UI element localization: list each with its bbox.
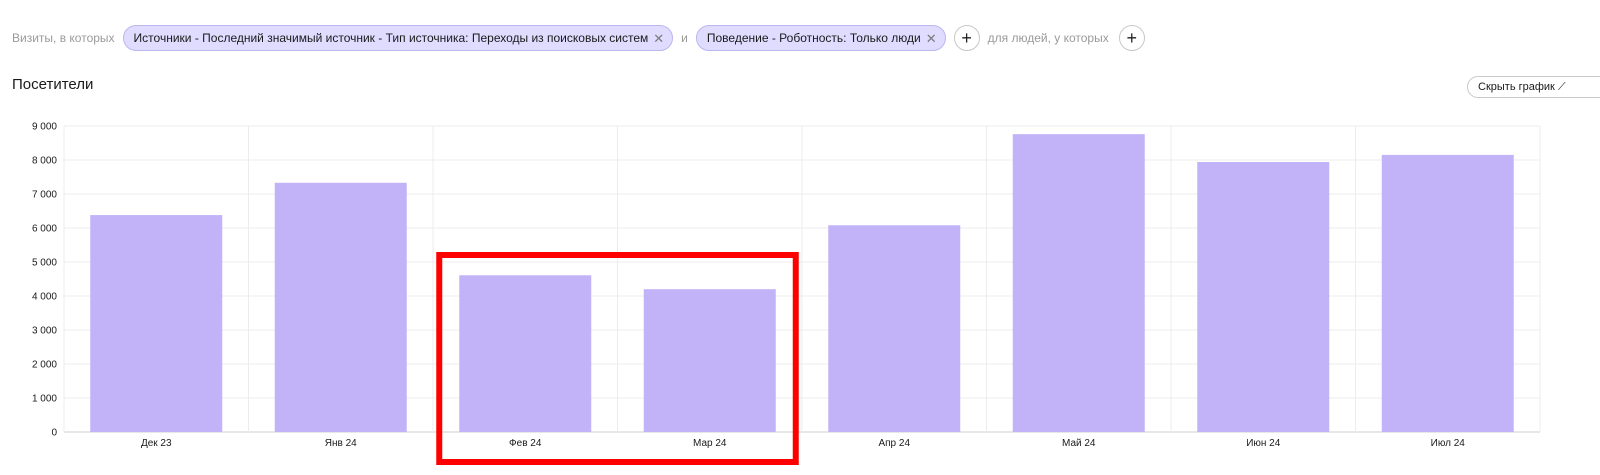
y-tick-label: 6 000	[32, 224, 57, 235]
bar[interactable]	[459, 275, 592, 432]
bar[interactable]	[828, 225, 961, 432]
x-tick-label: Июл 24	[1431, 438, 1466, 449]
x-tick-label: Июн 24	[1246, 438, 1281, 449]
y-tick-label: 3 000	[32, 326, 57, 337]
y-tick-label: 4 000	[32, 292, 57, 303]
y-tick-label: 1 000	[32, 394, 57, 405]
bar-chart: 0 1 000 2 000 3 000 4 000 5 000 6 000 7 000 8 00…	[32, 122, 1541, 465]
bar[interactable]	[643, 289, 776, 432]
y-tick-label: 9 000	[32, 122, 57, 133]
bar[interactable]	[274, 182, 407, 432]
bar[interactable]	[1381, 154, 1514, 432]
bar[interactable]	[1197, 162, 1330, 433]
y-tick-label: 0	[51, 428, 57, 439]
x-tick-label: Янв 24	[325, 438, 357, 449]
y-tick-label: 2 000	[32, 360, 57, 371]
x-tick-label: Фев 24	[509, 438, 542, 449]
x-tick-label: Мар 24	[693, 438, 727, 449]
y-tick-label: 8 000	[32, 156, 57, 167]
y-tick-label: 7 000	[32, 190, 57, 201]
x-tick-label: Май 24	[1062, 438, 1096, 449]
x-tick-label: Дек 23	[141, 438, 172, 449]
bar[interactable]	[1012, 134, 1145, 432]
bar[interactable]	[90, 215, 223, 432]
x-tick-label: Апр 24	[878, 438, 910, 449]
y-tick-label: 5 000	[32, 258, 57, 269]
